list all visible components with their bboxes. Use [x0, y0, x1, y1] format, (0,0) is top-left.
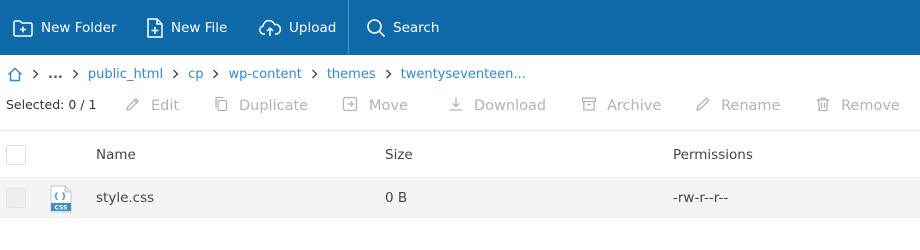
toolbar-divider: [348, 0, 349, 55]
top-toolbar: New Folder New File Upload Search: [0, 0, 920, 55]
breadcrumb-item-themes[interactable]: themes: [327, 67, 376, 82]
file-table-header: Name Size Permissions: [0, 130, 920, 178]
column-header-size[interactable]: Size: [385, 147, 413, 163]
archive-label: Archive: [607, 98, 662, 114]
duplicate-label: Duplicate: [239, 98, 309, 114]
new-file-label: New File: [171, 19, 228, 36]
upload-button[interactable]: Upload: [258, 0, 336, 55]
breadcrumb-ellipsis[interactable]: ...: [48, 67, 63, 82]
new-file-icon: [146, 17, 164, 39]
trash-icon: [815, 96, 831, 116]
column-header-name[interactable]: Name: [96, 147, 136, 163]
search-label: Search: [393, 19, 440, 36]
remove-label: Remove: [841, 98, 900, 114]
move-button[interactable]: Move: [342, 95, 408, 117]
chevron-right-icon: [32, 69, 39, 79]
action-bar: Selected: 0 / 1 Edit Duplicate Move Down…: [0, 95, 920, 117]
copy-icon: [213, 96, 229, 116]
duplicate-button[interactable]: Duplicate: [213, 95, 308, 117]
breadcrumb-item-current[interactable]: twentyseventeen...: [401, 67, 526, 82]
breadcrumb-item-public-html[interactable]: public_html: [88, 67, 163, 82]
edit-label: Edit: [151, 98, 180, 114]
download-button[interactable]: Download: [448, 95, 546, 117]
download-label: Download: [474, 98, 547, 114]
file-size: 0 B: [385, 190, 408, 206]
new-folder-icon: [12, 18, 34, 38]
remove-button[interactable]: Remove: [815, 95, 900, 117]
home-icon[interactable]: [7, 67, 23, 82]
pencil-icon: [125, 96, 141, 116]
chevron-right-icon: [311, 69, 318, 79]
new-file-button[interactable]: New File: [146, 0, 227, 55]
chevron-right-icon: [212, 69, 219, 79]
edit-button[interactable]: Edit: [125, 95, 179, 117]
upload-label: Upload: [289, 19, 337, 36]
column-header-permissions[interactable]: Permissions: [673, 147, 753, 163]
archive-button[interactable]: Archive: [581, 95, 661, 117]
rename-pen-icon: [695, 96, 711, 116]
search-icon: [366, 18, 386, 38]
css-icon-label: CSS: [55, 205, 68, 212]
breadcrumb-item-cp[interactable]: cp: [188, 67, 203, 82]
download-icon: [448, 96, 464, 116]
select-all-checkbox[interactable]: [6, 145, 26, 165]
breadcrumb: ... public_html cp wp-content themes twe…: [0, 64, 920, 84]
new-folder-button[interactable]: New Folder: [12, 0, 116, 55]
file-permissions: -rw-r--r--: [673, 190, 729, 206]
selection-count: Selected: 0 / 1: [6, 97, 97, 112]
css-icon-glyph: { }: [53, 192, 66, 201]
table-row[interactable]: { } CSS style.css 0 B -rw-r--r--: [0, 179, 920, 218]
chevron-right-icon: [172, 69, 179, 79]
chevron-right-icon: [72, 69, 79, 79]
archive-icon: [581, 96, 597, 116]
rename-button[interactable]: Rename: [695, 95, 780, 117]
upload-cloud-icon: [258, 18, 282, 38]
rename-label: Rename: [721, 98, 781, 114]
move-icon: [342, 96, 359, 116]
new-folder-label: New Folder: [41, 19, 117, 36]
breadcrumb-item-wp-content[interactable]: wp-content: [228, 67, 301, 82]
file-name[interactable]: style.css: [96, 190, 154, 206]
css-file-icon: { } CSS: [49, 185, 73, 213]
row-checkbox[interactable]: [6, 188, 26, 208]
chevron-right-icon: [385, 69, 392, 79]
search-button[interactable]: Search: [366, 0, 439, 55]
move-label: Move: [369, 98, 408, 114]
